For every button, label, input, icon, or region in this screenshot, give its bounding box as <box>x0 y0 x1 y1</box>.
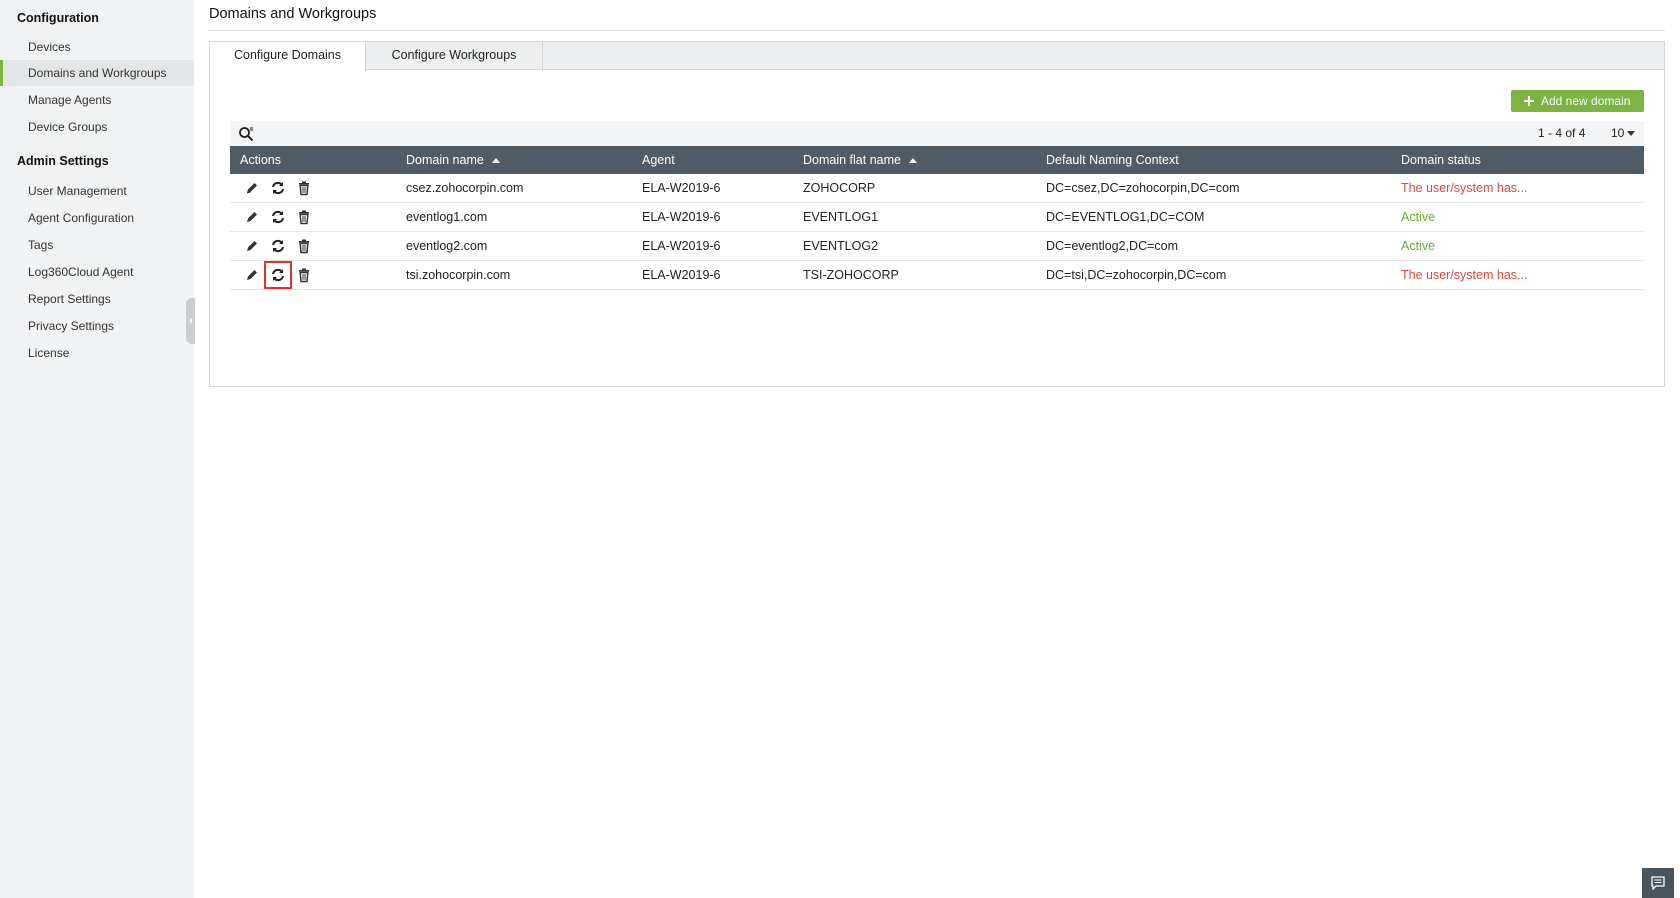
sidebar-section-admin-settings: Admin Settings <box>17 154 109 168</box>
tab-bar: Configure Domains Configure Workgroups <box>210 42 1664 71</box>
column-domain-flat-name-label: Domain flat name <box>803 153 901 167</box>
chat-button[interactable] <box>1642 868 1674 898</box>
cell-domain-name: csez.zohocorpin.com <box>406 181 524 195</box>
refresh-icon[interactable] <box>264 261 292 289</box>
table-header: Actions Domain name Agent Domain flat na… <box>230 146 1644 174</box>
cell-domain-status[interactable]: The user/system has... <box>1401 174 1527 203</box>
column-domain-flat-name[interactable]: Domain flat name <box>803 146 917 174</box>
cell-domain-status[interactable]: The user/system has... <box>1401 261 1527 290</box>
column-domain-name[interactable]: Domain name <box>406 146 500 174</box>
pencil-icon[interactable] <box>244 180 260 196</box>
chevron-down-icon <box>1627 131 1636 136</box>
cell-agent: ELA-W2019-6 <box>642 268 721 282</box>
cell-agent: ELA-W2019-6 <box>642 239 721 253</box>
column-domain-status: Domain status <box>1401 153 1481 167</box>
cell-domain-name: eventlog2.com <box>406 239 488 253</box>
pencil-icon[interactable] <box>244 209 260 225</box>
cell-naming-context: DC=eventlog2,DC=com <box>1046 239 1179 253</box>
domains-panel: Configure Domains Configure Workgroups A… <box>209 41 1665 387</box>
cell-domain-flat-name: ZOHOCORP <box>803 181 876 195</box>
cell-domain-flat-name: EVENTLOG2 <box>803 239 879 253</box>
table-row: tsi.zohocorpin.com ELA-W2019-6 TSI-ZOHOC… <box>230 261 1644 290</box>
sidebar-item-tags[interactable]: Tags <box>0 232 194 258</box>
column-default-naming-context: Default Naming Context <box>1046 153 1179 167</box>
search-icon[interactable] <box>238 126 254 142</box>
tab-configure-workgroups[interactable]: Configure Workgroups <box>366 42 543 71</box>
sort-ascending-icon <box>908 158 917 163</box>
refresh-icon[interactable] <box>270 180 286 196</box>
table-row: eventlog1.com ELA-W2019-6 EVENTLOG1 DC=E… <box>230 203 1644 232</box>
cell-naming-context: DC=csez,DC=zohocorpin,DC=com <box>1046 181 1240 195</box>
cell-domain-flat-name: EVENTLOG1 <box>803 210 879 224</box>
table-toolbar: 1 - 4 of 4 10 <box>230 121 1644 146</box>
cell-domain-status: Active <box>1401 239 1436 253</box>
sidebar-item-device-groups[interactable]: Device Groups <box>0 114 194 140</box>
cell-agent: ELA-W2019-6 <box>642 181 721 195</box>
sidebar-item-log360cloud-agent[interactable]: Log360Cloud Agent <box>0 259 194 285</box>
add-new-domain-label: Add new domain <box>1541 94 1631 108</box>
refresh-icon[interactable] <box>270 209 286 225</box>
sidebar-collapse-handle[interactable] <box>186 298 195 344</box>
cell-naming-context: DC=tsi,DC=zohocorpin,DC=com <box>1046 268 1227 282</box>
per-page-select[interactable]: 10 <box>1611 121 1636 146</box>
title-divider <box>209 30 1665 31</box>
per-page-value: 10 <box>1611 126 1625 140</box>
page-title: Domains and Workgroups <box>209 6 377 22</box>
trash-icon[interactable] <box>296 180 312 196</box>
pencil-icon[interactable] <box>244 267 260 283</box>
column-domain-name-label: Domain name <box>406 153 484 167</box>
sidebar-item-devices[interactable]: Devices <box>0 34 194 60</box>
trash-icon[interactable] <box>296 267 312 283</box>
column-agent: Agent <box>642 153 675 167</box>
cell-domain-flat-name: TSI-ZOHOCORP <box>803 268 899 282</box>
cell-agent: ELA-W2019-6 <box>642 210 721 224</box>
tab-configure-domains[interactable]: Configure Domains <box>210 42 366 71</box>
trash-icon[interactable] <box>296 238 312 254</box>
sidebar-item-license[interactable]: License <box>0 340 194 366</box>
chat-icon <box>1651 876 1665 890</box>
sidebar: Configuration Devices Domains and Workgr… <box>0 0 195 898</box>
sidebar-item-report-settings[interactable]: Report Settings <box>0 286 194 312</box>
sidebar-item-user-management[interactable]: User Management <box>0 178 194 204</box>
sidebar-item-agent-configuration[interactable]: Agent Configuration <box>0 205 194 231</box>
sidebar-item-domains-and-workgroups[interactable]: Domains and Workgroups <box>0 60 194 86</box>
add-new-domain-button[interactable]: Add new domain <box>1511 90 1644 112</box>
sidebar-item-manage-agents[interactable]: Manage Agents <box>0 87 194 113</box>
column-actions: Actions <box>240 153 281 167</box>
plus-icon <box>1524 96 1534 106</box>
sort-ascending-icon <box>491 158 500 163</box>
cell-domain-name: tsi.zohocorpin.com <box>406 268 511 282</box>
trash-icon[interactable] <box>296 209 312 225</box>
pagination-text: 1 - 4 of 4 <box>1538 126 1586 140</box>
sidebar-section-configuration: Configuration <box>17 11 99 25</box>
cell-domain-status: Active <box>1401 210 1436 224</box>
cell-naming-context: DC=EVENTLOG1,DC=COM <box>1046 210 1205 224</box>
cell-domain-name: eventlog1.com <box>406 210 488 224</box>
pencil-icon[interactable] <box>244 238 260 254</box>
sidebar-item-privacy-settings[interactable]: Privacy Settings <box>0 313 194 339</box>
refresh-icon[interactable] <box>270 238 286 254</box>
table-row: eventlog2.com ELA-W2019-6 EVENTLOG2 DC=e… <box>230 232 1644 261</box>
table-row: csez.zohocorpin.com ELA-W2019-6 ZOHOCORP… <box>230 174 1644 203</box>
